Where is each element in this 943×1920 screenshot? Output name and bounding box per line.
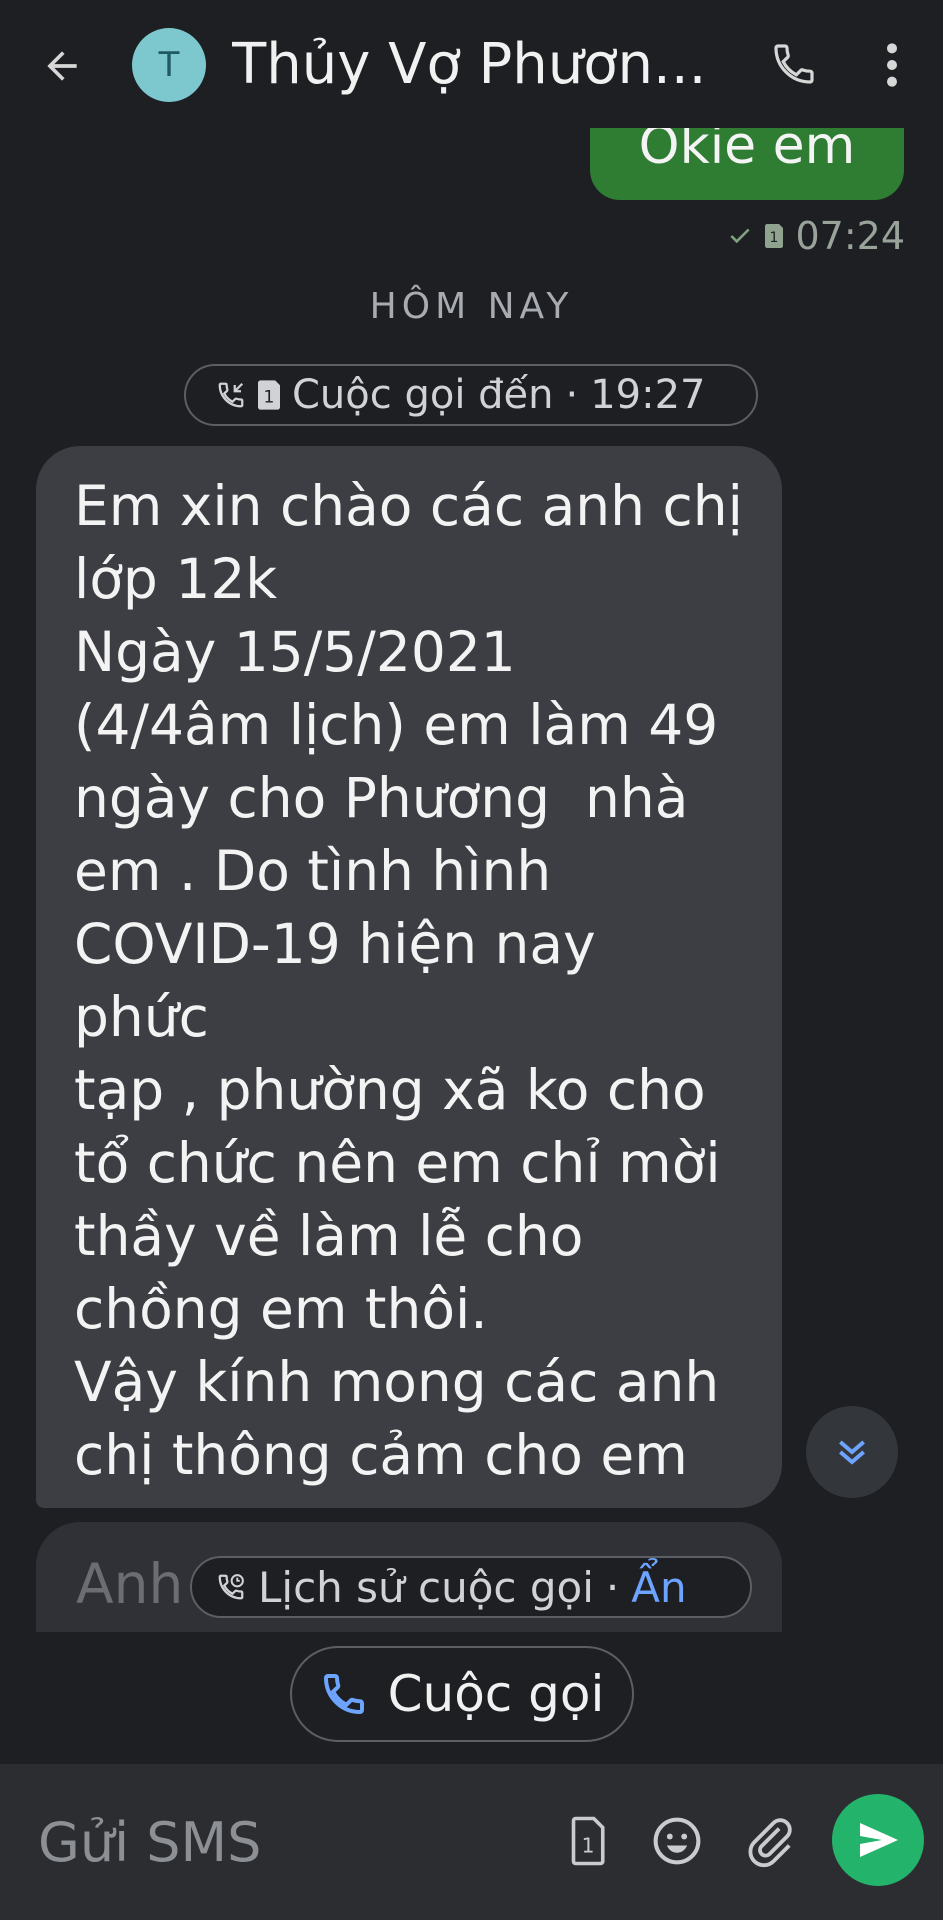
back-arrow-icon[interactable] bbox=[40, 44, 84, 88]
call-icon bbox=[323, 1674, 364, 1715]
scroll-to-bottom-button[interactable] bbox=[806, 1406, 898, 1498]
phone-icon[interactable] bbox=[770, 40, 818, 88]
hide-link[interactable]: Ẩn bbox=[631, 1563, 686, 1612]
conversation-title[interactable]: Thủy Vợ Phươn... bbox=[232, 28, 712, 102]
sms-input[interactable] bbox=[38, 1804, 518, 1880]
send-icon bbox=[860, 1823, 898, 1857]
sent-message-time: 07:24 bbox=[795, 214, 905, 258]
call-button[interactable]: Cuộc gọi bbox=[290, 1646, 634, 1742]
sent-message-bubble[interactable]: Okie em bbox=[590, 128, 904, 200]
check-icon bbox=[730, 228, 751, 244]
sent-sim-number: 1 bbox=[770, 230, 779, 246]
date-separator: HÔM NAY bbox=[369, 286, 574, 327]
incoming-call-chip[interactable]: 1 Cuộc gọi đến · 19:27 bbox=[184, 364, 758, 426]
call-history-label: Lịch sử cuộc gọi bbox=[258, 1562, 594, 1612]
attach-icon[interactable] bbox=[742, 1814, 796, 1868]
call-history-separator: · bbox=[605, 1562, 620, 1612]
sim-card-icon: 1 bbox=[258, 380, 280, 410]
sim-card-icon: 1 bbox=[765, 224, 784, 248]
avatar[interactable]: T bbox=[132, 28, 206, 102]
call-history-chip[interactable]: Lịch sử cuộc gọi · Ẩn bbox=[190, 1556, 752, 1618]
composer-sim-number: 1 bbox=[582, 1833, 595, 1857]
sent-message-meta: 1 07:24 bbox=[727, 212, 905, 260]
emoji-icon[interactable] bbox=[650, 1814, 704, 1868]
sim-select-icon[interactable]: 1 bbox=[560, 1814, 614, 1868]
incoming-call-time: 19:27 bbox=[590, 372, 706, 418]
incoming-call-separator: · bbox=[565, 372, 579, 418]
incoming-call-label: Cuộc gọi đến bbox=[292, 372, 554, 418]
double-chevron-down-icon bbox=[839, 1440, 865, 1465]
app-bar: T Thủy Vợ Phươn... bbox=[0, 0, 943, 128]
next-message-preview: Anh bbox=[76, 1552, 184, 1616]
send-button[interactable] bbox=[832, 1794, 924, 1886]
composer-bar: 1 bbox=[0, 1764, 943, 1920]
call-sim-number: 1 bbox=[264, 387, 275, 407]
received-message-bubble[interactable]: Em xin chào các anh chị lớp 12k Ngày 15/… bbox=[36, 446, 782, 1508]
call-history-icon bbox=[218, 1574, 244, 1600]
incoming-call-icon bbox=[218, 382, 244, 408]
sent-message-text: Okie em bbox=[638, 128, 856, 176]
more-vert-icon[interactable] bbox=[872, 40, 912, 90]
call-button-label: Cuộc gọi bbox=[387, 1665, 605, 1723]
